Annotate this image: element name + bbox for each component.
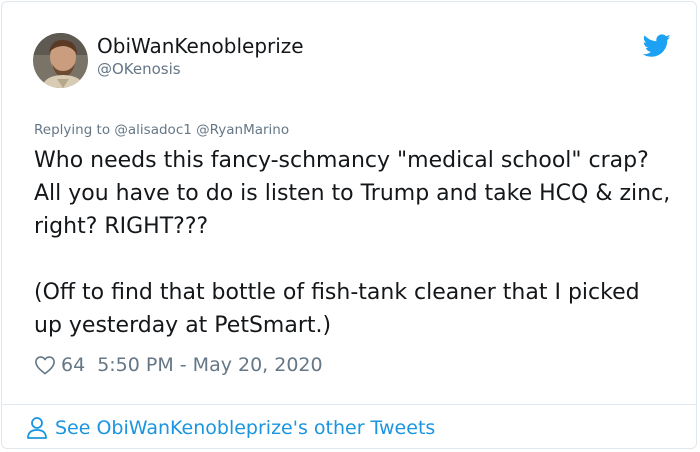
reply-context: Replying to @alisadoc1 @RyanMarino (34, 122, 289, 138)
mention-link-alisadoc1[interactable]: @alisadoc1 (114, 122, 191, 138)
tweet-card: ObiWanKenobleprize @OKenosis Replying to… (1, 1, 697, 449)
user-handle[interactable]: @OKenosis (97, 60, 181, 78)
avatar[interactable] (33, 33, 88, 88)
timestamp[interactable]: 5:50 PM - May 20, 2020 (97, 354, 322, 376)
like-count[interactable]: 64 (61, 354, 85, 376)
person-icon (27, 417, 47, 439)
tweet-text: Who needs this fancy-schmancy "medical s… (34, 144, 674, 342)
twitter-bird-icon[interactable] (643, 34, 671, 58)
divider (2, 404, 696, 405)
tweet-meta: 64 5:50 PM - May 20, 2020 (34, 351, 323, 379)
display-name[interactable]: ObiWanKenobleprize (97, 34, 304, 58)
avatar-image (33, 33, 88, 88)
other-tweets-label[interactable]: See ObiWanKenobleprize's other Tweets (55, 417, 435, 439)
mention-link-ryanmarino[interactable]: @RyanMarino (196, 122, 289, 138)
tweet-paragraph: Who needs this fancy-schmancy "medical s… (34, 148, 671, 239)
other-tweets-link[interactable]: See ObiWanKenobleprize's other Tweets (26, 416, 435, 440)
reply-prefix: Replying to (34, 122, 111, 138)
heart-icon[interactable] (34, 355, 56, 375)
tweet-paragraph: (Off to find that bottle of fish-tank cl… (34, 280, 640, 338)
